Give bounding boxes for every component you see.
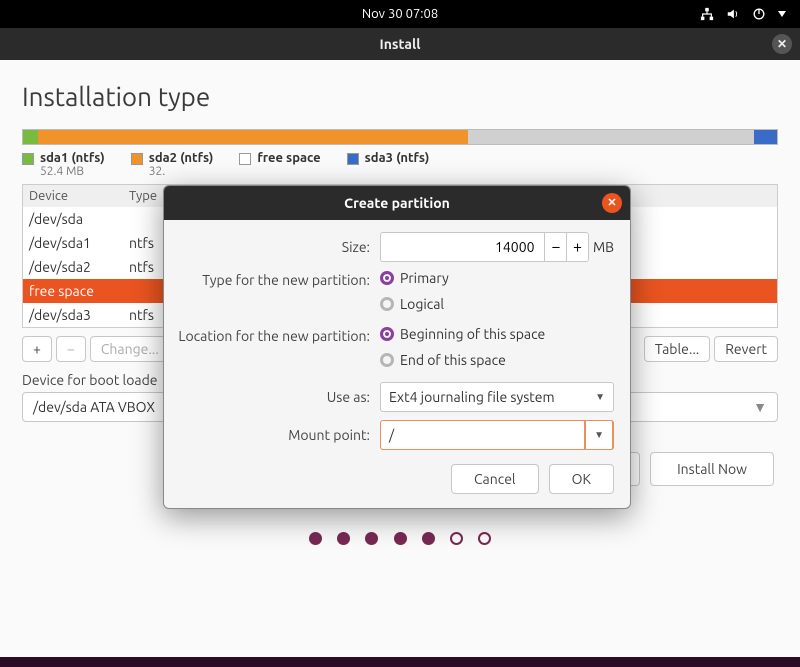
location-end-radio[interactable]: End of this space xyxy=(380,352,506,368)
dialog-close-button[interactable]: ✕ xyxy=(602,193,622,213)
chevron-down-icon: ▼ xyxy=(595,391,605,403)
radio-label: Beginning of this space xyxy=(400,326,545,342)
radio-icon xyxy=(380,297,394,311)
radio-label: Logical xyxy=(400,296,444,312)
size-label: Size: xyxy=(174,239,380,255)
type-label: Type for the new partition: xyxy=(174,270,380,288)
location-label: Location for the new partition: xyxy=(174,326,380,344)
radio-label: Primary xyxy=(400,270,449,286)
radio-icon xyxy=(380,327,394,341)
use-as-select[interactable]: Ext4 journaling file system ▼ xyxy=(380,382,614,412)
type-primary-radio[interactable]: Primary xyxy=(380,270,449,286)
use-as-value: Ext4 journaling file system xyxy=(389,389,555,405)
mount-point-label: Mount point: xyxy=(174,427,380,443)
dialog-title: Create partition xyxy=(344,195,450,211)
size-input[interactable] xyxy=(381,233,544,261)
use-as-label: Use as: xyxy=(174,389,380,405)
ok-button[interactable]: OK xyxy=(549,464,614,494)
dialog-titlebar: Create partition ✕ xyxy=(164,186,630,220)
mount-point-combo[interactable]: / ▼ xyxy=(380,420,614,450)
radio-icon xyxy=(380,271,394,285)
size-unit: MB xyxy=(593,239,614,255)
location-beginning-radio[interactable]: Beginning of this space xyxy=(380,326,545,342)
radio-icon xyxy=(380,353,394,367)
size-spinner: − + xyxy=(380,232,589,262)
size-increment-button[interactable]: + xyxy=(566,233,588,261)
size-decrement-button[interactable]: − xyxy=(544,233,566,261)
cancel-button[interactable]: Cancel xyxy=(451,464,539,494)
mount-point-value: / xyxy=(389,427,394,443)
chevron-down-icon: ▼ xyxy=(594,429,604,441)
create-partition-dialog: Create partition ✕ Size: − + MB Type for… xyxy=(163,185,631,509)
modal-layer: Create partition ✕ Size: − + MB Type for… xyxy=(0,0,800,667)
dialog-buttons: Cancel OK xyxy=(174,464,614,494)
type-logical-radio[interactable]: Logical xyxy=(380,296,444,312)
radio-label: End of this space xyxy=(400,352,506,368)
